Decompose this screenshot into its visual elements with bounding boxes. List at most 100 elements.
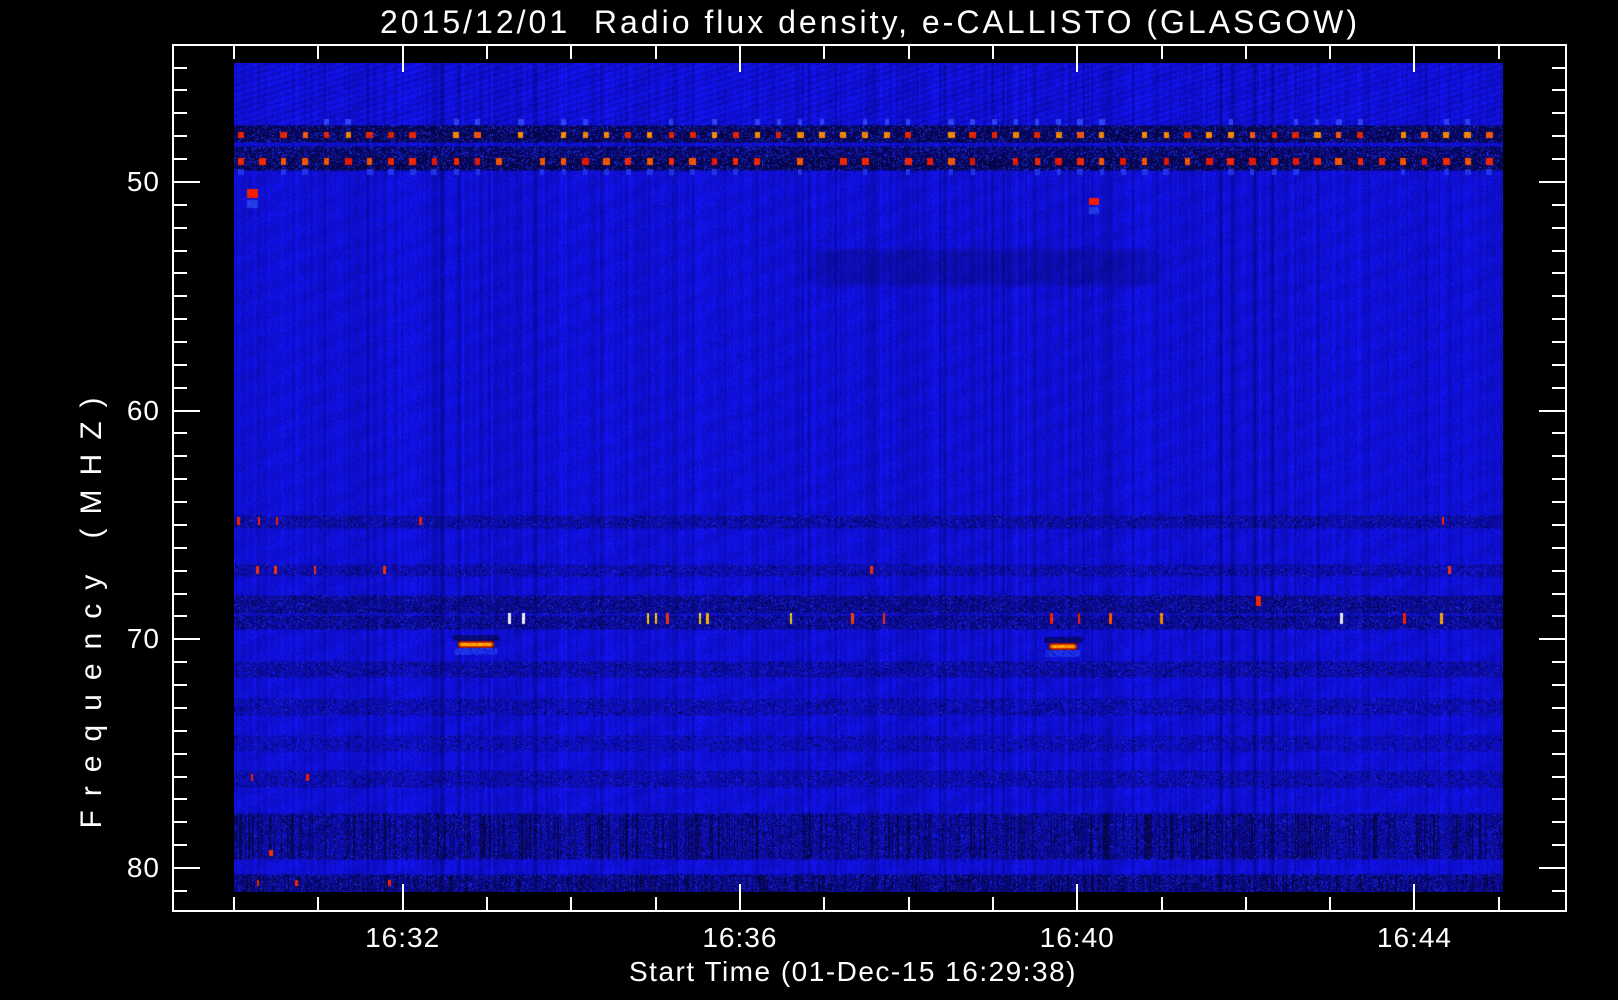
y-axis-tick <box>1552 523 1565 526</box>
y-axis-tick <box>174 455 187 458</box>
y-axis-tick <box>174 501 187 504</box>
x-axis-tick <box>907 46 910 59</box>
y-axis-tick <box>1552 226 1565 229</box>
y-axis-tick <box>174 866 200 869</box>
y-axis-tick <box>1552 341 1565 343</box>
x-axis-tick <box>907 897 910 910</box>
x-axis-tick <box>1497 897 1500 910</box>
y-axis-tick <box>174 180 200 183</box>
x-axis-tick <box>570 897 573 910</box>
x-axis-tick <box>654 897 657 910</box>
x-axis-tick <box>1413 884 1416 910</box>
y-axis-tick <box>1552 455 1565 458</box>
y-axis-tick <box>174 318 187 321</box>
y-axis-tick <box>1552 592 1565 595</box>
y-axis-tick <box>174 478 187 481</box>
x-axis-tick <box>317 46 320 59</box>
y-axis-tick <box>1552 295 1565 298</box>
y-axis-tick <box>1552 798 1565 801</box>
y-axis-tick <box>174 432 187 435</box>
y-axis-tick <box>1552 112 1565 115</box>
y-axis-tick <box>1552 203 1565 206</box>
x-axis-tick <box>1244 897 1247 910</box>
y-axis-tick <box>174 638 200 641</box>
y-axis-tick <box>174 615 187 618</box>
x-axis-tick <box>485 897 488 910</box>
x-tick-label: 16:32 <box>365 922 441 953</box>
x-axis-tick <box>738 884 741 910</box>
x-axis-tick <box>991 897 994 910</box>
y-axis-tick <box>1552 432 1565 435</box>
y-axis-tick <box>1552 501 1565 504</box>
y-axis-tick <box>174 66 187 69</box>
x-tick-label: 16:40 <box>1039 922 1115 953</box>
spectrogram-page: 2015/12/01 Radio flux density, e-CALLIST… <box>0 0 1618 1000</box>
y-axis-tick <box>174 158 187 161</box>
y-axis-tick <box>174 592 187 595</box>
x-axis-tick <box>485 46 488 59</box>
x-tick-label: 16:44 <box>1376 922 1452 953</box>
x-axis-tick <box>401 884 404 910</box>
y-axis-tick <box>1539 638 1565 641</box>
x-axis-tick <box>823 897 826 910</box>
y-axis-tick <box>1552 729 1565 732</box>
x-axis-tick <box>1329 46 1332 59</box>
y-tick-label: 50 <box>126 165 160 197</box>
y-axis-tick <box>174 523 187 526</box>
x-axis-tick <box>233 46 235 59</box>
x-axis-tick <box>1413 46 1416 72</box>
y-axis-tick <box>174 798 187 801</box>
x-axis-tick <box>738 46 741 72</box>
y-axis-tick <box>174 272 187 275</box>
y-axis-tick <box>174 295 187 298</box>
y-axis-tick <box>174 889 187 892</box>
y-axis-tick <box>174 386 187 389</box>
y-axis-tick <box>1552 569 1565 572</box>
y-axis-tick <box>1552 889 1565 892</box>
y-axis-title: Frequency (MHZ) <box>75 383 108 829</box>
y-axis-tick <box>1552 249 1565 252</box>
y-axis-tick <box>1552 272 1565 275</box>
y-axis-tick <box>1539 180 1565 183</box>
y-axis-tick <box>174 684 187 687</box>
x-axis-tick <box>1497 46 1500 59</box>
y-axis-tick <box>174 249 187 252</box>
y-axis-tick <box>174 661 187 664</box>
y-axis-tick <box>1552 386 1565 389</box>
y-axis-tick <box>1552 66 1565 69</box>
y-axis-tick <box>1539 866 1565 869</box>
y-axis-tick <box>174 409 200 412</box>
x-axis-tick <box>1160 46 1163 59</box>
x-axis-tick <box>570 46 573 59</box>
x-axis-tick <box>317 897 320 910</box>
y-axis-tick <box>1552 478 1565 481</box>
y-axis-tick <box>174 341 187 343</box>
x-tick-label: 16:36 <box>702 922 778 953</box>
y-axis-tick <box>1552 318 1565 321</box>
y-axis-tick <box>1552 844 1565 847</box>
y-axis-tick <box>174 706 187 709</box>
spectrogram-image <box>234 63 1503 892</box>
x-axis-tick <box>1244 46 1247 59</box>
y-axis-tick <box>1539 409 1565 412</box>
y-axis-tick <box>1552 661 1565 664</box>
y-axis-tick <box>1552 546 1565 549</box>
y-axis-tick <box>1552 684 1565 687</box>
y-axis-tick <box>174 226 187 229</box>
y-axis-tick <box>1552 135 1565 138</box>
y-axis-tick <box>174 844 187 847</box>
y-axis-tick <box>1552 89 1565 92</box>
y-axis-tick <box>174 729 187 732</box>
y-axis-tick <box>1552 363 1565 366</box>
y-axis-tick <box>1552 775 1565 778</box>
y-axis-tick <box>174 752 187 755</box>
x-axis-tick <box>654 46 657 59</box>
y-axis-tick <box>1552 158 1565 161</box>
y-axis-tick <box>174 89 187 92</box>
x-axis-tick <box>401 46 404 72</box>
y-axis-tick <box>1552 752 1565 755</box>
x-axis-tick <box>1076 46 1079 72</box>
x-axis-tick <box>991 46 994 59</box>
chart-title: 2015/12/01 Radio flux density, e-CALLIST… <box>379 4 1361 40</box>
y-axis-tick <box>174 112 187 115</box>
